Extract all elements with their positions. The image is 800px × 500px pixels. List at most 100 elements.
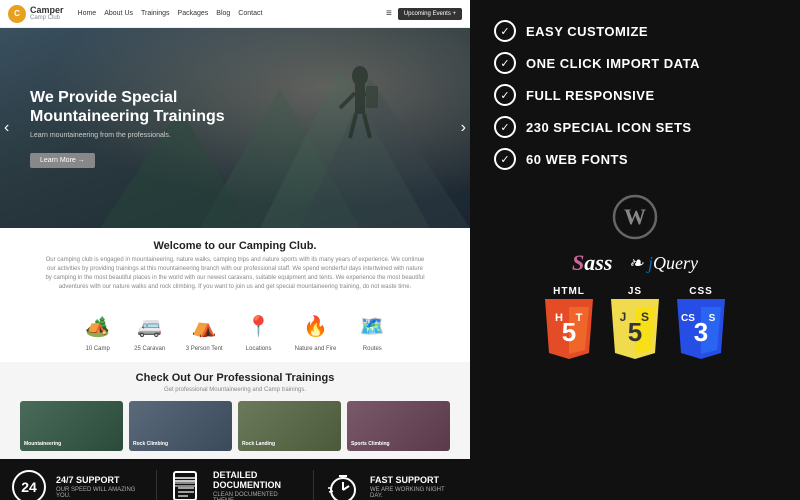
logo-title: Camper — [30, 6, 64, 15]
site-header: C Camper Camp Club Home About Us Trainin… — [0, 0, 470, 28]
wordpress-logo: W — [612, 194, 658, 240]
nav-blog: Blog — [216, 10, 230, 17]
welcome-section: Welcome to our Camping Club. Our camping… — [0, 228, 470, 300]
jquery-logo: ❧ jQuery — [628, 253, 698, 274]
doc-subtitle: CLEAN DOCUMENTED THEME. — [213, 492, 301, 500]
timer-svg — [326, 470, 360, 500]
doc-text: DETAILED DOCUMENTION CLEAN DOCUMENTED TH… — [213, 470, 301, 500]
welcome-text: Our camping club is engaged in mountaine… — [45, 256, 425, 292]
css-label: CSS — [689, 286, 713, 297]
features-panel: ✓ EASY CUSTOMIZE ✓ ONE CLICK IMPORT DATA… — [470, 0, 800, 500]
bottom-fast-support-item: FAST SUPPORT WE ARE WORKING NIGHT DAY. — [314, 470, 470, 500]
support-subtitle: OUR SPEED WILL AMAZING YOU. — [56, 487, 144, 499]
bottom-doc-item: DETAILED DOCUMENTION CLEAN DOCUMENTED TH… — [157, 470, 314, 500]
camp-icon: 🏕️ — [82, 310, 114, 342]
icon-caravan: 🚐 25 Caravan — [134, 310, 166, 352]
training-card-label-1: Mountaineering — [24, 441, 61, 447]
trainings-subtitle: Get professional Mountaineering and Camp… — [20, 387, 450, 393]
hero-prev-arrow[interactable]: ‹ — [4, 119, 9, 137]
feature-icon-sets: ✓ 230 SPECIAL ICON SETS — [494, 116, 776, 138]
html5-shield: 5 H T — [542, 299, 596, 359]
html5-shield-item: HTML 5 H T — [542, 286, 596, 359]
nav-links: Home About Us Trainings Packages Blog Co… — [78, 10, 263, 17]
svg-text:S: S — [709, 313, 716, 324]
trainings-title: Check Out Our Professional Trainings — [20, 372, 450, 384]
trainings-section: Check Out Our Professional Trainings Get… — [0, 362, 470, 459]
support-24-icon: 24 — [12, 470, 46, 500]
routes-icon: 🗺️ — [356, 310, 388, 342]
svg-text:S: S — [641, 310, 649, 324]
training-cards-grid: Mountaineering Rock Climbing Rock Landin… — [20, 401, 450, 451]
event-button: Upcoming Events + — [398, 8, 462, 20]
fast-support-subtitle: WE ARE WORKING NIGHT DAY. — [370, 487, 458, 499]
hero-title: We Provide SpecialMountaineering Trainin… — [30, 88, 225, 126]
icon-routes: 🗺️ Routes — [356, 310, 388, 352]
camp-label: 10 Camp — [82, 346, 114, 352]
js-shield-item: JS 5 J S — [608, 286, 662, 359]
icon-camp: 🏕️ 10 Camp — [82, 310, 114, 352]
feature-easy-customize: ✓ EASY CUSTOMIZE — [494, 20, 776, 42]
training-card-sports-climbing: Sports Climbing — [347, 401, 450, 451]
caravan-icon: 🚐 — [134, 310, 166, 342]
html-label: HTML — [553, 286, 585, 297]
feature-web-fonts: ✓ 60 WEB FONTS — [494, 148, 776, 170]
js-label: JS — [628, 286, 642, 297]
icon-locations: 📍 Locations — [243, 310, 275, 352]
hero-learn-more-button[interactable]: Learn More → — [30, 153, 95, 168]
icon-tent: ⛺ 3 Person Tent — [186, 310, 223, 352]
nav-trainings: Trainings — [141, 10, 170, 17]
hero-next-arrow[interactable]: › — [461, 119, 466, 137]
nav-home: Home — [78, 10, 97, 17]
feature-list: ✓ EASY CUSTOMIZE ✓ ONE CLICK IMPORT DATA… — [494, 20, 776, 180]
check-icon-5: ✓ — [494, 148, 516, 170]
logo-subtitle: Camp Club — [30, 15, 64, 21]
nav-contact: Contact — [238, 10, 262, 17]
feature-label-4: 230 SPECIAL ICON SETS — [526, 120, 692, 135]
feature-label-2: ONE CLICK IMPORT DATA — [526, 56, 700, 71]
site-logo: C Camper Camp Club — [8, 5, 64, 23]
svg-text:J: J — [620, 310, 627, 324]
fire-icon: 🔥 — [299, 310, 331, 342]
tech-logos-section: W Sass ❧ jQuery HTML 5 H T — [494, 194, 776, 359]
welcome-title: Welcome to our Camping Club. — [20, 240, 450, 252]
fast-support-title: FAST SUPPORT — [370, 475, 458, 485]
nav-about: About Us — [104, 10, 133, 17]
hero-section: ‹ We Provide SpecialMountaineering Train… — [0, 28, 470, 228]
doc-icon — [169, 470, 203, 500]
training-card-rock-climbing: Rock Climbing — [129, 401, 232, 451]
svg-text:3: 3 — [694, 317, 708, 347]
svg-text:H: H — [555, 312, 563, 324]
logo-icon: C — [8, 5, 26, 23]
fast-support-text: FAST SUPPORT WE ARE WORKING NIGHT DAY. — [370, 475, 458, 499]
bottom-bar: 24 24/7 SUPPORT OUR SPEED WILL AMAZING Y… — [0, 459, 470, 500]
svg-text:CS: CS — [681, 313, 695, 324]
js-shield: 5 J S — [608, 299, 662, 359]
location-label: Locations — [243, 346, 275, 352]
sass-logo: Sass — [572, 250, 612, 276]
amenities-icons-row: 🏕️ 10 Camp 🚐 25 Caravan ⛺ 3 Person Tent … — [0, 300, 470, 362]
hero-content: We Provide SpecialMountaineering Trainin… — [0, 88, 255, 168]
logo-text: Camper Camp Club — [30, 6, 64, 21]
css3-shield-item: CSS 3 CS S — [674, 286, 728, 359]
svg-text:W: W — [624, 204, 646, 229]
wordpress-logo-row: W — [494, 194, 776, 240]
nav-packages: Packages — [178, 10, 209, 17]
hamburger-icon: ≡ — [386, 8, 392, 19]
css3-shield: 3 CS S — [674, 299, 728, 359]
hero-subtitle: Learn mountaineering from the profession… — [30, 132, 225, 139]
training-card-rock-landing: Rock Landing — [238, 401, 341, 451]
script-logos-row: Sass ❧ jQuery — [494, 250, 776, 276]
icon-nature-fire: 🔥 Nature and Fire — [295, 310, 337, 352]
check-icon-1: ✓ — [494, 20, 516, 42]
feature-label-1: EASY CUSTOMIZE — [526, 24, 648, 39]
check-icon-2: ✓ — [494, 52, 516, 74]
training-card-label-3: Rock Landing — [242, 441, 275, 447]
caravan-label: 25 Caravan — [134, 346, 166, 352]
tech-shields-row: HTML 5 H T JS 5 J S — [494, 286, 776, 359]
document-icon — [172, 470, 200, 500]
routes-label: Routes — [356, 346, 388, 352]
feature-full-responsive: ✓ FULL RESPONSIVE — [494, 84, 776, 106]
training-card-mountaineering: Mountaineering — [20, 401, 123, 451]
support-title: 24/7 SUPPORT — [56, 475, 144, 485]
feature-label-5: 60 WEB FONTS — [526, 152, 628, 167]
